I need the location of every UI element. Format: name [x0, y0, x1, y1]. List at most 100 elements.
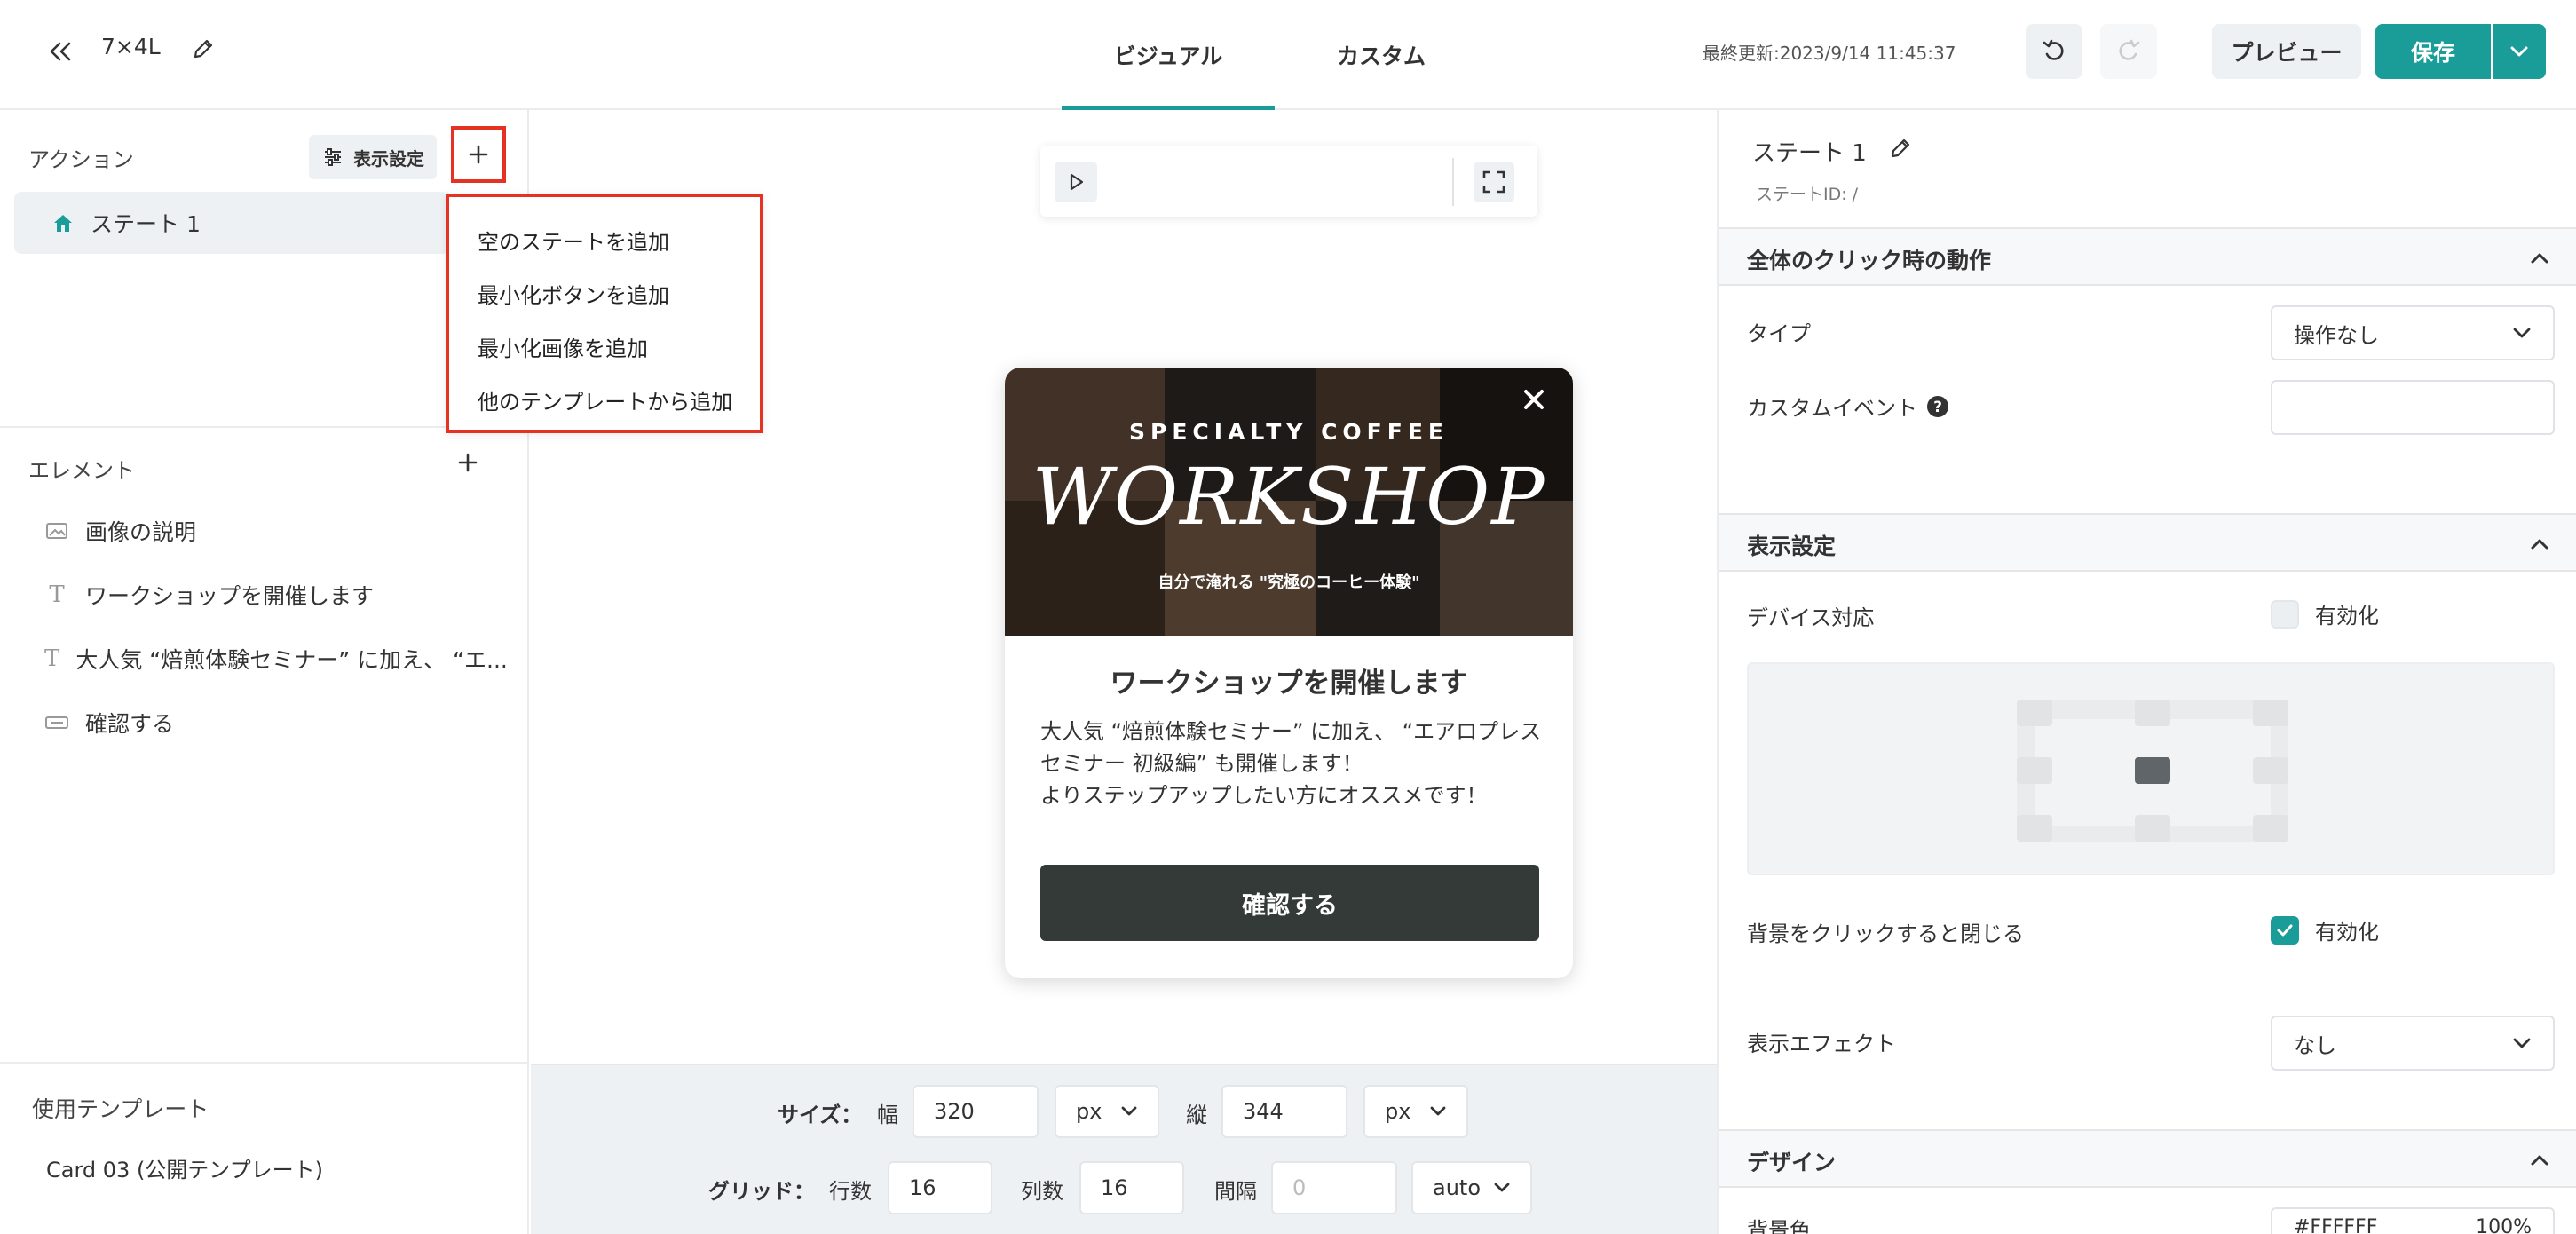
- redo-button[interactable]: [2100, 24, 2157, 79]
- template-name[interactable]: Card 03 (公開テンプレート): [46, 1152, 323, 1183]
- state-id: ステートID: /: [1756, 185, 1859, 204]
- position-bottom-left[interactable]: [2017, 815, 2052, 842]
- editor-tabs: ビジュアル カスタム: [1062, 0, 1488, 110]
- play-icon: [1070, 173, 1084, 191]
- undo-icon: [2043, 39, 2064, 60]
- menu-item-add-minimize-image[interactable]: 最小化画像を追加: [449, 320, 760, 373]
- design-section-header[interactable]: デザイン: [1719, 1129, 2576, 1188]
- menu-item-add-from-template[interactable]: 他のテンプレートから追加: [449, 373, 760, 426]
- position-center-selected[interactable]: [2135, 757, 2170, 784]
- state-item-1[interactable]: ステート 1: [14, 192, 449, 254]
- position-top-center[interactable]: [2135, 700, 2170, 726]
- cols-input[interactable]: 16: [1079, 1161, 1184, 1214]
- sliders-icon: [325, 148, 341, 166]
- menu-item-add-empty-state[interactable]: 空のステートを追加: [449, 213, 760, 266]
- height-unit-select[interactable]: px: [1363, 1085, 1468, 1138]
- gap-input[interactable]: 0: [1271, 1161, 1397, 1214]
- fullscreen-icon: [1482, 170, 1505, 194]
- rows-label: 行数: [829, 1179, 872, 1204]
- width-unit-select[interactable]: px: [1055, 1085, 1159, 1138]
- collapse-sidebar-icon[interactable]: [44, 36, 76, 67]
- hero-image: SPECIALTY COFFEE WORKSHOP 自分で淹れる "究極のコーヒ…: [1005, 368, 1573, 636]
- position-top-right[interactable]: [2253, 700, 2288, 726]
- section-title: 表示設定: [1747, 534, 1837, 559]
- checkbox-box: [2271, 599, 2299, 629]
- display-settings-section-header[interactable]: 表示設定: [1719, 513, 2576, 572]
- size-label: サイズ：: [778, 1103, 863, 1127]
- home-icon: [54, 215, 72, 232]
- save-options-button[interactable]: [2493, 24, 2546, 79]
- element-item-label: 確認する: [85, 711, 175, 737]
- click-action-section-header[interactable]: 全体のクリック時の動作: [1719, 227, 2576, 286]
- edit-state-pencil-icon[interactable]: [1887, 135, 1916, 163]
- gap-label: 間隔: [1214, 1179, 1257, 1204]
- position-top-left[interactable]: [2017, 700, 2052, 726]
- element-item-body-text[interactable]: T 大人気 “焙煎体験セミナー” に加え、 “エ...: [44, 641, 506, 676]
- popup-body-text[interactable]: 大人気 “焙煎体験セミナー” に加え、 “エアロプレス セミナー 初級編” も開…: [1040, 716, 1546, 811]
- tab-visual[interactable]: ビジュアル: [1062, 0, 1275, 110]
- position-bottom-center[interactable]: [2135, 815, 2170, 842]
- custom-event-input[interactable]: [2271, 380, 2555, 435]
- section-title: デザイン: [1747, 1150, 1837, 1175]
- height-unit-value: px: [1385, 1099, 1411, 1124]
- gap-unit-select[interactable]: auto: [1411, 1161, 1532, 1214]
- effect-select-value: なし: [2294, 1032, 2336, 1058]
- checkbox-label: 有効化: [2315, 604, 2379, 629]
- effect-select[interactable]: なし: [2271, 1016, 2555, 1071]
- checkbox-label: 有効化: [2315, 920, 2379, 945]
- tab-custom[interactable]: カスタム: [1275, 0, 1488, 110]
- custom-event-label-text: カスタムイベント: [1747, 396, 1917, 421]
- device-label: デバイス対応: [1747, 600, 1874, 631]
- gap-unit-value: auto: [1433, 1175, 1482, 1200]
- add-action-menu: 空のステートを追加 最小化ボタンを追加 最小化画像を追加 他のテンプレートから追…: [446, 194, 763, 433]
- add-element-button[interactable]: [453, 447, 483, 478]
- position-middle-left[interactable]: [2017, 757, 2052, 784]
- check-icon: [2277, 924, 2293, 936]
- element-item-image[interactable]: 画像の説明: [44, 513, 506, 549]
- effect-label-text: 表示エフェクト: [1747, 1032, 1896, 1056]
- play-button[interactable]: [1055, 162, 1097, 202]
- text-icon: T: [49, 581, 65, 608]
- close-on-bg-checkbox[interactable]: 有効化: [2271, 914, 2379, 945]
- size-grid-bar: サイズ： 幅 320 px 縦 344 px グリッド： 行数 16 列数 16…: [531, 1064, 1717, 1234]
- element-item-label: 画像の説明: [85, 519, 197, 545]
- fullscreen-button[interactable]: [1474, 162, 1514, 202]
- element-item-button[interactable]: 確認する: [44, 705, 506, 740]
- position-middle-right[interactable]: [2253, 757, 2288, 784]
- properties-panel: ステート 1 ステートID: / 全体のクリック時の動作 タイプ 操作なし カス…: [1717, 110, 2576, 1234]
- preview-toolbar: [1040, 146, 1537, 217]
- hero-tagline: 自分で淹れる "究極のコーヒー体験": [1158, 573, 1420, 592]
- chevron-down-icon: [2513, 1038, 2531, 1048]
- popup-title[interactable]: ワークショップを開催します: [1005, 661, 1573, 700]
- type-select[interactable]: 操作なし: [2271, 305, 2555, 360]
- preview-button[interactable]: プレビュー: [2212, 24, 2361, 79]
- popup-close-icon[interactable]: [1516, 382, 1552, 417]
- menu-item-add-minimize-button[interactable]: 最小化ボタンを追加: [449, 266, 760, 320]
- text-icon: T: [44, 645, 60, 672]
- width-unit-value: px: [1076, 1099, 1102, 1124]
- chevron-down-icon: [1430, 1106, 1446, 1116]
- position-bottom-right[interactable]: [2253, 815, 2288, 842]
- undo-button[interactable]: [2026, 24, 2082, 79]
- save-button[interactable]: 保存: [2375, 24, 2491, 79]
- width-input[interactable]: 320: [913, 1085, 1039, 1138]
- campaign-title: 7×4L: [101, 34, 161, 59]
- state-name: ステート 1: [1752, 140, 1867, 167]
- bg-color-input[interactable]: #FFFFFF 100%: [2271, 1207, 2555, 1234]
- edit-title-pencil-icon[interactable]: [190, 36, 218, 64]
- width-label: 幅: [877, 1103, 898, 1127]
- last-updated-text: 最終更新:2023/9/14 11:45:37: [1703, 43, 1956, 64]
- effect-label: 表示エフェクト: [1747, 1026, 1896, 1057]
- rows-input[interactable]: 16: [888, 1161, 992, 1214]
- plus-icon: [469, 145, 488, 164]
- device-enable-checkbox[interactable]: 有効化: [2271, 598, 2379, 629]
- add-action-button[interactable]: [451, 126, 506, 183]
- help-icon[interactable]: ?: [1926, 395, 1949, 418]
- state-item-label: ステート 1: [91, 211, 201, 237]
- display-settings-button[interactable]: 表示設定: [309, 135, 437, 179]
- popup-confirm-button[interactable]: 確認する: [1040, 865, 1539, 941]
- chevron-down-icon: [1494, 1183, 1510, 1192]
- element-item-title-text[interactable]: T ワークショップを開催します: [44, 577, 506, 613]
- height-input[interactable]: 344: [1221, 1085, 1347, 1138]
- close-on-bg-label: 背景をクリックすると閉じる: [1747, 916, 2024, 947]
